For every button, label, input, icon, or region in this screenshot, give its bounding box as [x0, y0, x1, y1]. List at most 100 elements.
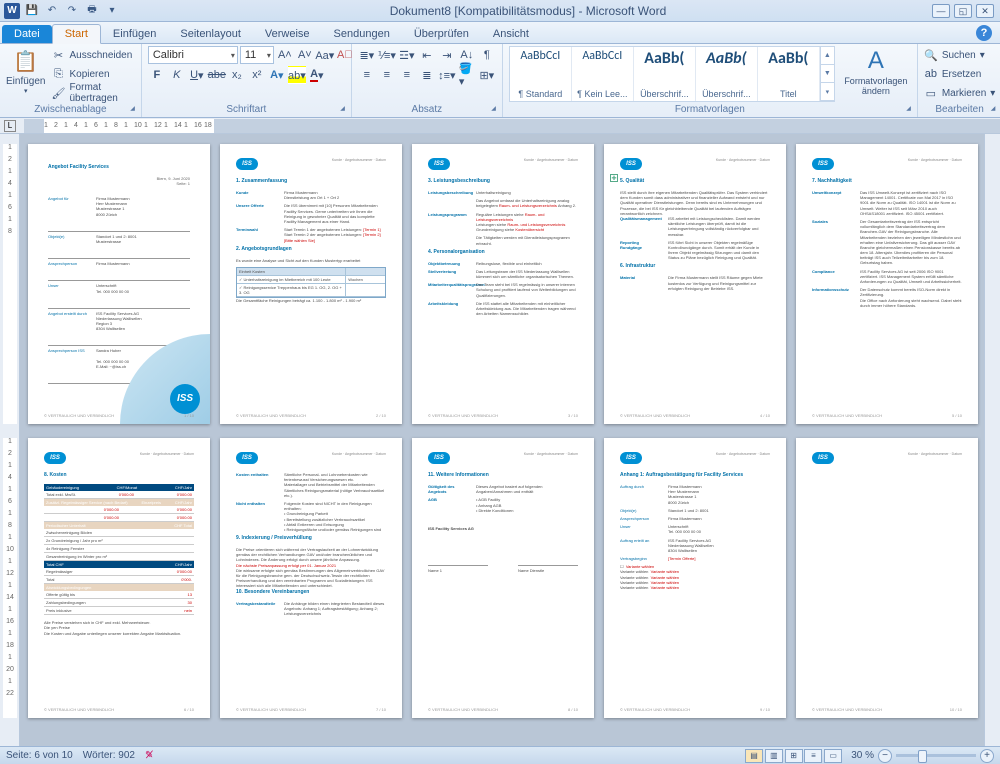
window-title: Dokument8 [Kompatibilitätsmodus] - Micro… [124, 4, 932, 18]
format-painter-button[interactable]: 🖌Format übertragen [51, 84, 134, 102]
style-tile[interactable]: AaBb(Titel [758, 47, 820, 101]
highlight-button[interactable]: ab▾ [288, 66, 306, 84]
tab-references[interactable]: Verweise [253, 25, 322, 43]
replace-button[interactable]: abErsetzen [924, 65, 996, 83]
subscript-button[interactable]: x₂ [228, 66, 246, 84]
group-styles: AaBbCcI¶ StandardAaBbCcI¶ Kein Lee...AaB… [503, 44, 918, 117]
print-layout-view[interactable]: ▤ [745, 749, 763, 763]
zoom-out-button[interactable]: − [878, 749, 892, 763]
font-color-button[interactable]: A▾ [308, 66, 326, 84]
text-effects-button[interactable]: A▾ [268, 66, 286, 84]
italic-button[interactable]: K [168, 66, 186, 84]
restore-button[interactable]: ◱ [954, 4, 972, 18]
ribbon: 📋 Einfügen▾ ✂Ausschneiden ⎘Kopieren 🖌For… [0, 44, 1000, 118]
shading-button[interactable]: 🪣▾ [458, 66, 476, 84]
grow-font-button[interactable]: A˄ [276, 46, 294, 64]
redo-icon[interactable]: ↷ [64, 3, 80, 19]
page-9[interactable]: ISSKunde · Angebotsnummer · DatumAnhang … [604, 438, 786, 718]
outdent-button[interactable]: ⇤ [418, 46, 436, 64]
style-tile[interactable]: AaBb(Überschrif... [634, 47, 696, 101]
page-7[interactable]: ISSKunde · Angebotsnummer · DatumKosten … [220, 438, 402, 718]
style-tile[interactable]: AaBb(Überschrif... [696, 47, 758, 101]
tab-selector[interactable]: L [4, 120, 16, 132]
page-8[interactable]: ISSKunde · Angebotsnummer · Datum11. Wei… [412, 438, 594, 718]
page-5[interactable]: ISSKunde · Angebotsnummer · Datum7. Nach… [796, 144, 978, 424]
web-view[interactable]: ⊞ [785, 749, 803, 763]
zoom-level[interactable]: 30 % [851, 750, 874, 761]
title-bar: W 💾 ↶ ↷ 🖶 ▾ Dokument8 [Kompatibilitätsmo… [0, 0, 1000, 22]
style-tile[interactable]: AaBbCcI¶ Standard [510, 47, 572, 101]
tab-layout[interactable]: Seitenlayout [168, 25, 253, 43]
change-case-button[interactable]: Aa▾ [316, 46, 334, 64]
status-page[interactable]: Seite: 6 von 10 [6, 750, 73, 761]
zoom-in-button[interactable]: + [980, 749, 994, 763]
tab-mailings[interactable]: Sendungen [322, 25, 402, 43]
horizontal-ruler[interactable]: L 1214161811011211411618 [0, 118, 1000, 134]
page-4[interactable]: ISSKunde · Angebotsnummer · Datum✚5. Qua… [604, 144, 786, 424]
word-icon: W [4, 3, 20, 19]
copy-button[interactable]: ⎘Kopieren [51, 65, 134, 83]
find-icon: 🔍 [924, 49, 938, 62]
style-tile[interactable]: AaBbCcI¶ Kein Lee... [572, 47, 634, 101]
strike-button[interactable]: abe [208, 66, 226, 84]
view-buttons: ▤ ▥ ⊞ ≡ ▭ [745, 749, 841, 763]
gallery-scroll[interactable]: ▼ [821, 65, 834, 83]
page-2[interactable]: ISSKunde · Angebotsnummer · Datum1. Zusa… [220, 144, 402, 424]
show-marks-button[interactable]: ¶ [478, 46, 496, 64]
font-name-combo[interactable]: Calibri [148, 46, 238, 64]
group-paragraph: ≣▾ ⅟≡▾ ☲▾ ⇤ ⇥ A↓ ¶ ≡ ≡ ≡ ≣ ↕≡▾ 🪣▾ ⊞▾ [352, 44, 503, 117]
outline-view[interactable]: ≡ [804, 749, 822, 763]
draft-view[interactable]: ▭ [824, 749, 842, 763]
qat-more-icon[interactable]: ▾ [104, 3, 120, 19]
print-icon[interactable]: 🖶 [84, 3, 100, 19]
shrink-font-button[interactable]: A˅ [296, 46, 314, 64]
brush-icon: 🖌 [51, 87, 65, 100]
page-6[interactable]: ISSKunde · Angebotsnummer · Datum8. Kost… [28, 438, 210, 718]
align-center-button[interactable]: ≡ [378, 66, 396, 84]
align-right-button[interactable]: ≡ [398, 66, 416, 84]
bold-button[interactable]: F [148, 66, 166, 84]
numbering-button[interactable]: ⅟≡▾ [378, 46, 396, 64]
page-1[interactable]: Angebot Facility ServicesBiern, 9. Juni … [28, 144, 210, 424]
line-spacing-button[interactable]: ↕≡▾ [438, 66, 456, 84]
page-3[interactable]: ISSKunde · Angebotsnummer · Datum3. Leis… [412, 144, 594, 424]
find-button[interactable]: 🔍Suchen ▾ [924, 46, 996, 64]
borders-button[interactable]: ⊞▾ [478, 66, 496, 84]
justify-button[interactable]: ≣ [418, 66, 436, 84]
vertical-ruler[interactable]: 1214161812141618110112114116118120122 [0, 134, 20, 746]
close-button[interactable]: ✕ [976, 4, 994, 18]
vertical-scrollbar[interactable] [984, 134, 1000, 746]
gallery-scroll[interactable]: ▲ [821, 47, 834, 65]
multilevel-button[interactable]: ☲▾ [398, 46, 416, 64]
bullets-button[interactable]: ≣▾ [358, 46, 376, 64]
change-styles-button[interactable]: A Formatvorlagen ändern [841, 46, 911, 96]
zoom-slider[interactable] [896, 754, 976, 757]
tab-insert[interactable]: Einfügen [101, 25, 168, 43]
tab-file[interactable]: Datei [2, 25, 52, 43]
gallery-scroll[interactable]: ▾ [821, 83, 834, 101]
change-styles-icon: A [861, 46, 891, 76]
align-left-button[interactable]: ≡ [358, 66, 376, 84]
paste-button[interactable]: 📋 Einfügen▾ [6, 46, 45, 95]
proofing-icon[interactable]: ✎̸ [145, 750, 153, 761]
styles-gallery[interactable]: AaBbCcI¶ StandardAaBbCcI¶ Kein Lee...AaB… [509, 46, 835, 102]
window-controls: — ◱ ✕ [932, 4, 1000, 18]
select-button[interactable]: ▭Markieren ▾ [924, 84, 996, 102]
tab-start[interactable]: Start [52, 24, 101, 44]
superscript-button[interactable]: x² [248, 66, 266, 84]
page-10[interactable]: ISSKunde · Angebotsnummer · Datum© VERTR… [796, 438, 978, 718]
save-icon[interactable]: 💾 [24, 3, 40, 19]
status-words[interactable]: Wörter: 902 [83, 750, 135, 761]
undo-icon[interactable]: ↶ [44, 3, 60, 19]
font-size-combo[interactable]: 11 [240, 46, 274, 64]
document-area[interactable]: Angebot Facility ServicesBiern, 9. Juni … [20, 134, 984, 746]
tab-view[interactable]: Ansicht [481, 25, 541, 43]
minimize-button[interactable]: — [932, 4, 950, 18]
indent-button[interactable]: ⇥ [438, 46, 456, 64]
tab-review[interactable]: Überprüfen [402, 25, 481, 43]
underline-button[interactable]: U▾ [188, 66, 206, 84]
help-icon[interactable]: ? [976, 25, 992, 41]
reading-view[interactable]: ▥ [765, 749, 783, 763]
ribbon-tabs: Datei Start Einfügen Seitenlayout Verwei… [0, 22, 1000, 44]
cut-button[interactable]: ✂Ausschneiden [51, 46, 134, 64]
